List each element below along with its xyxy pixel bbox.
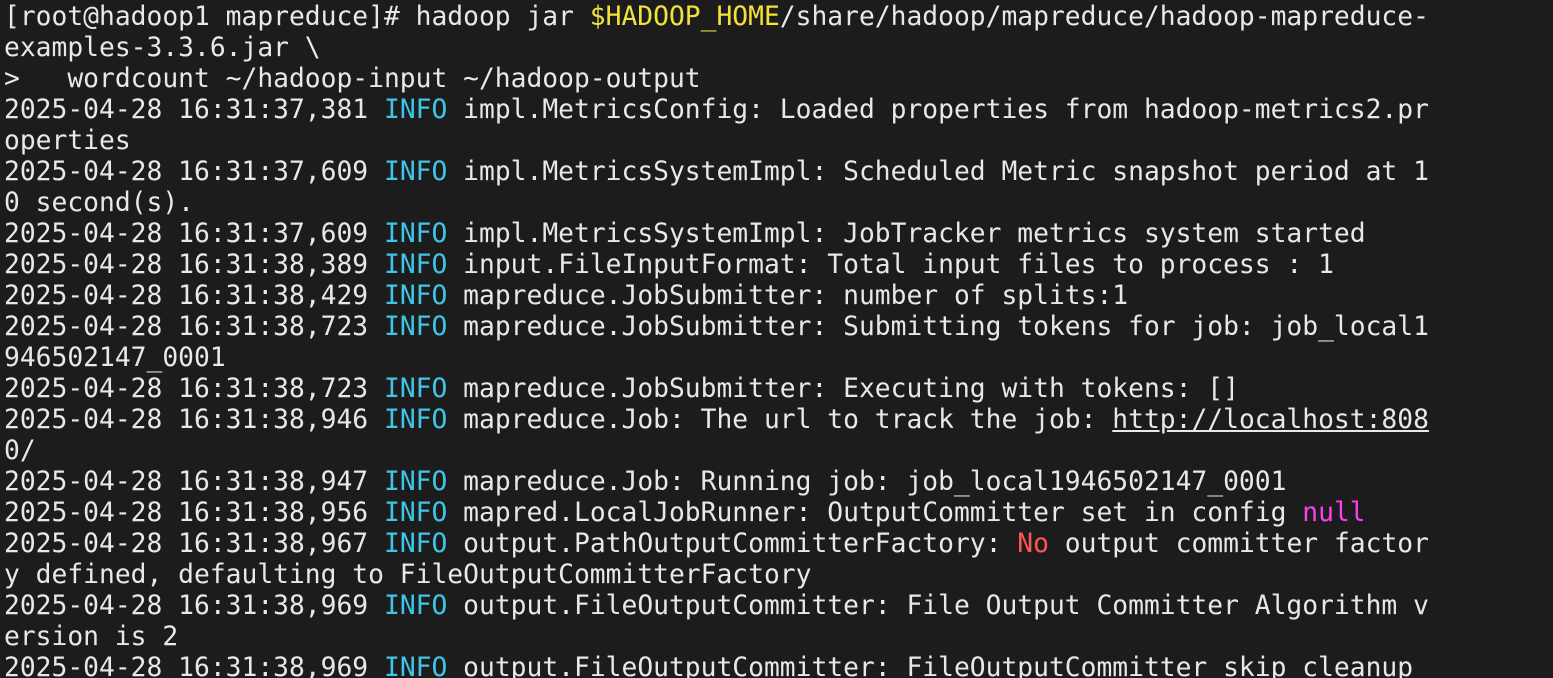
- terminal-line: 0/: [4, 436, 1553, 467]
- line-text: input.FileInputFormat: Total input files…: [447, 250, 1334, 280]
- log-level: INFO: [383, 591, 448, 621]
- line-text: impl.MetricsSystemImpl: JobTracker metri…: [447, 219, 1366, 249]
- terminal-line: [root@hadoop1 mapreduce]# hadoop jar $HA…: [4, 2, 1553, 33]
- line-text: mapreduce.Job: Running job: job_local194…: [447, 467, 1287, 497]
- line-text: y defined, defaulting to FileOutputCommi…: [4, 560, 812, 590]
- line-text: impl.MetricsSystemImpl: Scheduled Metric…: [447, 157, 1429, 187]
- line-text: output.FileOutputCommitter: File Output …: [447, 591, 1429, 621]
- line-text: 2025-04-28 16:31:37,381: [4, 95, 384, 125]
- line-text: 2025-04-28 16:31:38,429: [4, 281, 384, 311]
- terminal-line: 2025-04-28 16:31:38,389 INFO input.FileI…: [4, 250, 1553, 281]
- line-text: output.PathOutputCommitterFactory:: [447, 529, 1018, 559]
- line-text: mapreduce.Job: The url to track the job:: [447, 405, 1113, 435]
- terminal-line: 2025-04-28 16:31:38,723 INFO mapreduce.J…: [4, 312, 1553, 343]
- url-link[interactable]: http://localhost:808: [1112, 405, 1429, 435]
- line-text: mapred.LocalJobRunner: OutputCommitter s…: [447, 498, 1303, 528]
- line-text: 2025-04-28 16:31:38,723: [4, 312, 384, 342]
- line-text: output committer factor: [1048, 529, 1429, 559]
- log-level: INFO: [383, 250, 448, 280]
- terminal-line: 946502147_0001: [4, 343, 1553, 374]
- line-text: 2025-04-28 16:31:38,946: [4, 405, 384, 435]
- terminal-line: 2025-04-28 16:31:38,969 INFO output.File…: [4, 653, 1553, 678]
- line-text: [root@hadoop1 mapreduce]# hadoop jar: [4, 2, 590, 32]
- terminal-line: 2025-04-28 16:31:37,609 INFO impl.Metric…: [4, 157, 1553, 188]
- line-text: 2025-04-28 16:31:37,609: [4, 157, 384, 187]
- terminal-line: ersion is 2: [4, 622, 1553, 653]
- line-text: examples-3.3.6.jar \: [4, 33, 321, 63]
- terminal-window[interactable]: [root@hadoop1 mapreduce]# hadoop jar $HA…: [0, 0, 1553, 678]
- terminal-line: examples-3.3.6.jar \: [4, 33, 1553, 64]
- line-text: 2025-04-28 16:31:38,969: [4, 653, 384, 678]
- log-level: INFO: [383, 312, 448, 342]
- url-link-continuation[interactable]: 0/: [4, 436, 36, 466]
- log-level: INFO: [383, 219, 448, 249]
- terminal-line: operties: [4, 126, 1553, 157]
- line-text: 2025-04-28 16:31:38,723: [4, 374, 384, 404]
- line-text: 2025-04-28 16:31:38,956: [4, 498, 384, 528]
- terminal-line: 2025-04-28 16:31:38,947 INFO mapreduce.J…: [4, 467, 1553, 498]
- env-variable: $HADOOP_HOME: [589, 2, 780, 32]
- terminal-line: 0 second(s).: [4, 188, 1553, 219]
- log-level: INFO: [383, 281, 448, 311]
- terminal-line: 2025-04-28 16:31:37,609 INFO impl.Metric…: [4, 219, 1553, 250]
- line-text: 2025-04-28 16:31:38,967: [4, 529, 384, 559]
- line-text: mapreduce.JobSubmitter: number of splits…: [447, 281, 1129, 311]
- line-text: mapreduce.JobSubmitter: Executing with t…: [447, 374, 1239, 404]
- line-text: 2025-04-28 16:31:38,947: [4, 467, 384, 497]
- log-level: INFO: [383, 157, 448, 187]
- line-text: 2025-04-28 16:31:37,609: [4, 219, 384, 249]
- log-level: INFO: [383, 498, 448, 528]
- no-keyword: No: [1017, 529, 1049, 559]
- log-level: INFO: [383, 529, 448, 559]
- line-text: impl.MetricsConfig: Loaded properties fr…: [447, 95, 1429, 125]
- terminal-line: 2025-04-28 16:31:37,381 INFO impl.Metric…: [4, 95, 1553, 126]
- line-text: 946502147_0001: [4, 343, 226, 373]
- line-text: mapreduce.JobSubmitter: Submitting token…: [447, 312, 1429, 342]
- log-level: INFO: [383, 405, 448, 435]
- line-text: 2025-04-28 16:31:38,969: [4, 591, 384, 621]
- terminal-line: > wordcount ~/hadoop-input ~/hadoop-outp…: [4, 64, 1553, 95]
- terminal-line: 2025-04-28 16:31:38,967 INFO output.Path…: [4, 529, 1553, 560]
- log-level: INFO: [383, 653, 448, 678]
- line-text: ersion is 2: [4, 622, 179, 652]
- line-text: output.FileOutputCommitter: FileOutputCo…: [447, 653, 1414, 678]
- log-level: INFO: [383, 95, 448, 125]
- terminal-line: y defined, defaulting to FileOutputCommi…: [4, 560, 1553, 591]
- line-text: /share/hadoop/mapreduce/hadoop-mapreduce…: [779, 2, 1429, 32]
- log-level: INFO: [383, 374, 448, 404]
- line-text: > wordcount ~/hadoop-input ~/hadoop-outp…: [4, 64, 701, 94]
- line-text: operties: [4, 126, 131, 156]
- terminal-line: 2025-04-28 16:31:38,946 INFO mapreduce.J…: [4, 405, 1553, 436]
- terminal-line: 2025-04-28 16:31:38,429 INFO mapreduce.J…: [4, 281, 1553, 312]
- null-keyword: null: [1302, 498, 1366, 528]
- line-text: 0 second(s).: [4, 188, 194, 218]
- terminal-line: 2025-04-28 16:31:38,956 INFO mapred.Loca…: [4, 498, 1553, 529]
- terminal-line: 2025-04-28 16:31:38,723 INFO mapreduce.J…: [4, 374, 1553, 405]
- line-text: 2025-04-28 16:31:38,389: [4, 250, 384, 280]
- terminal-line: 2025-04-28 16:31:38,969 INFO output.File…: [4, 591, 1553, 622]
- log-level: INFO: [383, 467, 448, 497]
